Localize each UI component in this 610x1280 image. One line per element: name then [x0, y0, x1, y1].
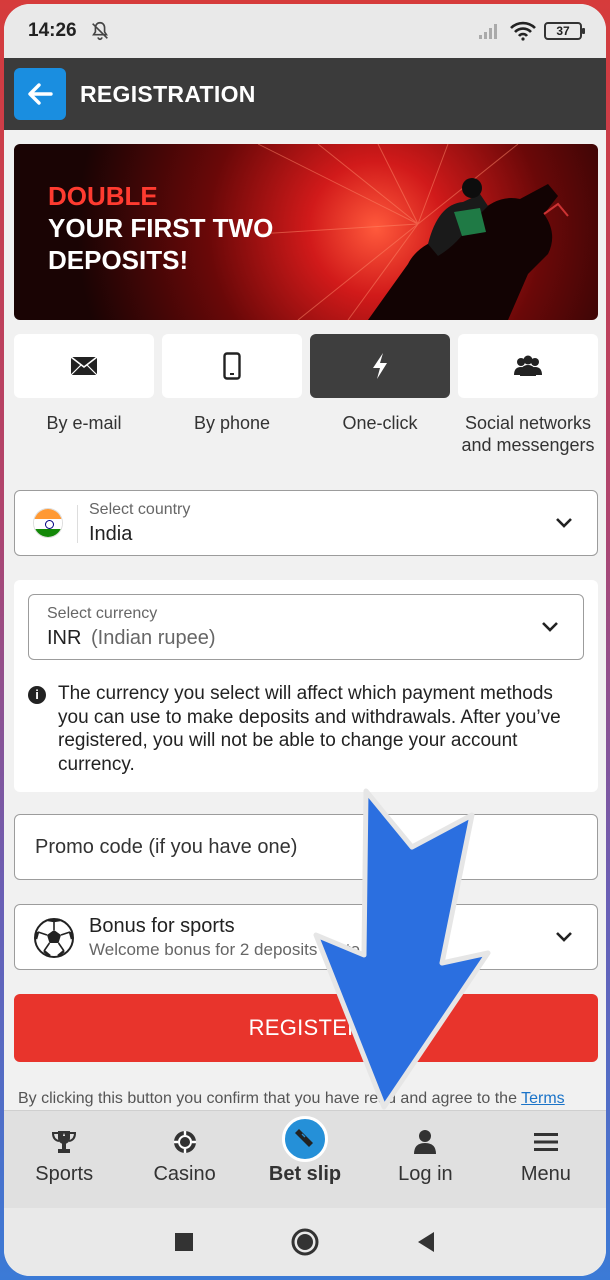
india-flag-icon: [33, 508, 63, 538]
divider: [77, 505, 78, 543]
user-icon: [414, 1130, 437, 1154]
terms-link[interactable]: Terms: [521, 1090, 565, 1107]
tab-label: By phone: [193, 413, 271, 433]
bottom-navigation: Sports Casino Bet slip Log in Menu: [4, 1110, 606, 1208]
banner-line-2: YOUR FIRST TWO: [48, 213, 274, 243]
nav-label: Casino: [153, 1163, 216, 1185]
nav-menu[interactable]: Menu: [486, 1111, 606, 1208]
tab-one-click[interactable]: One-click: [310, 334, 450, 456]
wifi-icon: [510, 21, 536, 41]
phone-screen: 14:26 37 REGISTRATION DOUBLE YOUR FIRST …: [4, 4, 606, 1276]
promo-banner[interactable]: DOUBLE YOUR FIRST TWO DEPOSITS!: [14, 144, 598, 320]
currency-info: i The currency you select will affect wh…: [28, 682, 584, 776]
info-icon: i: [28, 686, 46, 704]
nav-casino[interactable]: Casino: [124, 1111, 244, 1208]
currency-card: Select currency INR (Indian rupee) i The…: [14, 580, 598, 792]
battery-icon: 37: [544, 22, 585, 40]
bell-off-icon: [91, 21, 108, 41]
signal-icon: [479, 24, 497, 39]
nav-label: Log in: [398, 1163, 453, 1185]
tab-box[interactable]: [14, 334, 154, 398]
people-icon: [514, 355, 542, 376]
tab-box[interactable]: [162, 334, 302, 398]
recent-apps-icon[interactable]: [174, 1232, 194, 1252]
tab-label: By e-mail: [46, 413, 122, 433]
chevron-down-icon: [556, 932, 572, 942]
nav-log-in[interactable]: Log in: [365, 1111, 485, 1208]
app-header: REGISTRATION: [4, 58, 606, 130]
tab-social-networks[interactable]: Social networks and messengers: [458, 334, 598, 456]
chevron-down-icon: [556, 518, 572, 528]
tab-by-phone[interactable]: By phone: [162, 334, 302, 456]
country-value: India: [89, 523, 133, 545]
android-navigation-bar: [4, 1208, 606, 1276]
status-bar: 14:26 37: [4, 4, 606, 58]
banner-text: DOUBLE YOUR FIRST TWO DEPOSITS!: [48, 180, 273, 276]
nav-label: Bet slip: [268, 1163, 342, 1185]
tab-by-email[interactable]: By e-mail: [14, 334, 154, 456]
status-time: 14:26: [28, 20, 77, 41]
soccer-ball-icon: [34, 918, 74, 958]
currency-info-text: The currency you select will affect whic…: [58, 683, 561, 775]
registration-form: DOUBLE YOUR FIRST TWO DEPOSITS! By e-mai…: [4, 130, 606, 1110]
back-button[interactable]: [14, 68, 66, 120]
menu-icon: [533, 1133, 558, 1151]
tab-box[interactable]: [458, 334, 598, 398]
page-title: REGISTRATION: [80, 80, 256, 107]
overlay-arrow-icon: [313, 788, 491, 1110]
arrow-left-icon: [28, 83, 53, 105]
currency-name: (Indian rupee): [91, 627, 216, 649]
tab-box[interactable]: [310, 334, 450, 398]
banner-line-1: DOUBLE: [48, 181, 158, 211]
nav-label: Menu: [520, 1163, 571, 1185]
registration-method-tabs: By e-mail By phone One-click Social netw…: [14, 334, 598, 456]
trophy-icon: [52, 1131, 77, 1153]
ticket-icon: [295, 1129, 314, 1147]
tab-label: Social networks and messengers: [461, 413, 595, 455]
country-select[interactable]: Select country India: [14, 490, 598, 556]
nav-sports[interactable]: Sports: [4, 1111, 124, 1208]
home-icon[interactable]: [290, 1227, 320, 1257]
currency-label: Select currency: [47, 605, 158, 622]
battery-level: 37: [556, 24, 570, 38]
country-label: Select country: [89, 501, 191, 518]
nav-bet-slip[interactable]: Bet slip: [245, 1111, 365, 1208]
currency-select[interactable]: Select currency INR (Indian rupee): [28, 594, 584, 660]
lightning-icon: [373, 353, 387, 379]
currency-code: INR: [47, 627, 82, 649]
promo-code-placeholder: Promo code (if you have one): [35, 836, 298, 858]
chevron-down-icon: [542, 622, 558, 632]
bonus-title: Bonus for sports: [89, 915, 235, 937]
jockey-horse-image: [258, 144, 569, 320]
casino-chip-icon: [173, 1131, 196, 1153]
phone-icon: [223, 352, 241, 380]
envelope-icon: [70, 356, 98, 376]
nav-label: Sports: [35, 1163, 94, 1185]
tab-label: One-click: [342, 413, 418, 433]
back-nav-icon[interactable]: [416, 1231, 436, 1253]
banner-line-3: DEPOSITS!: [48, 245, 189, 275]
